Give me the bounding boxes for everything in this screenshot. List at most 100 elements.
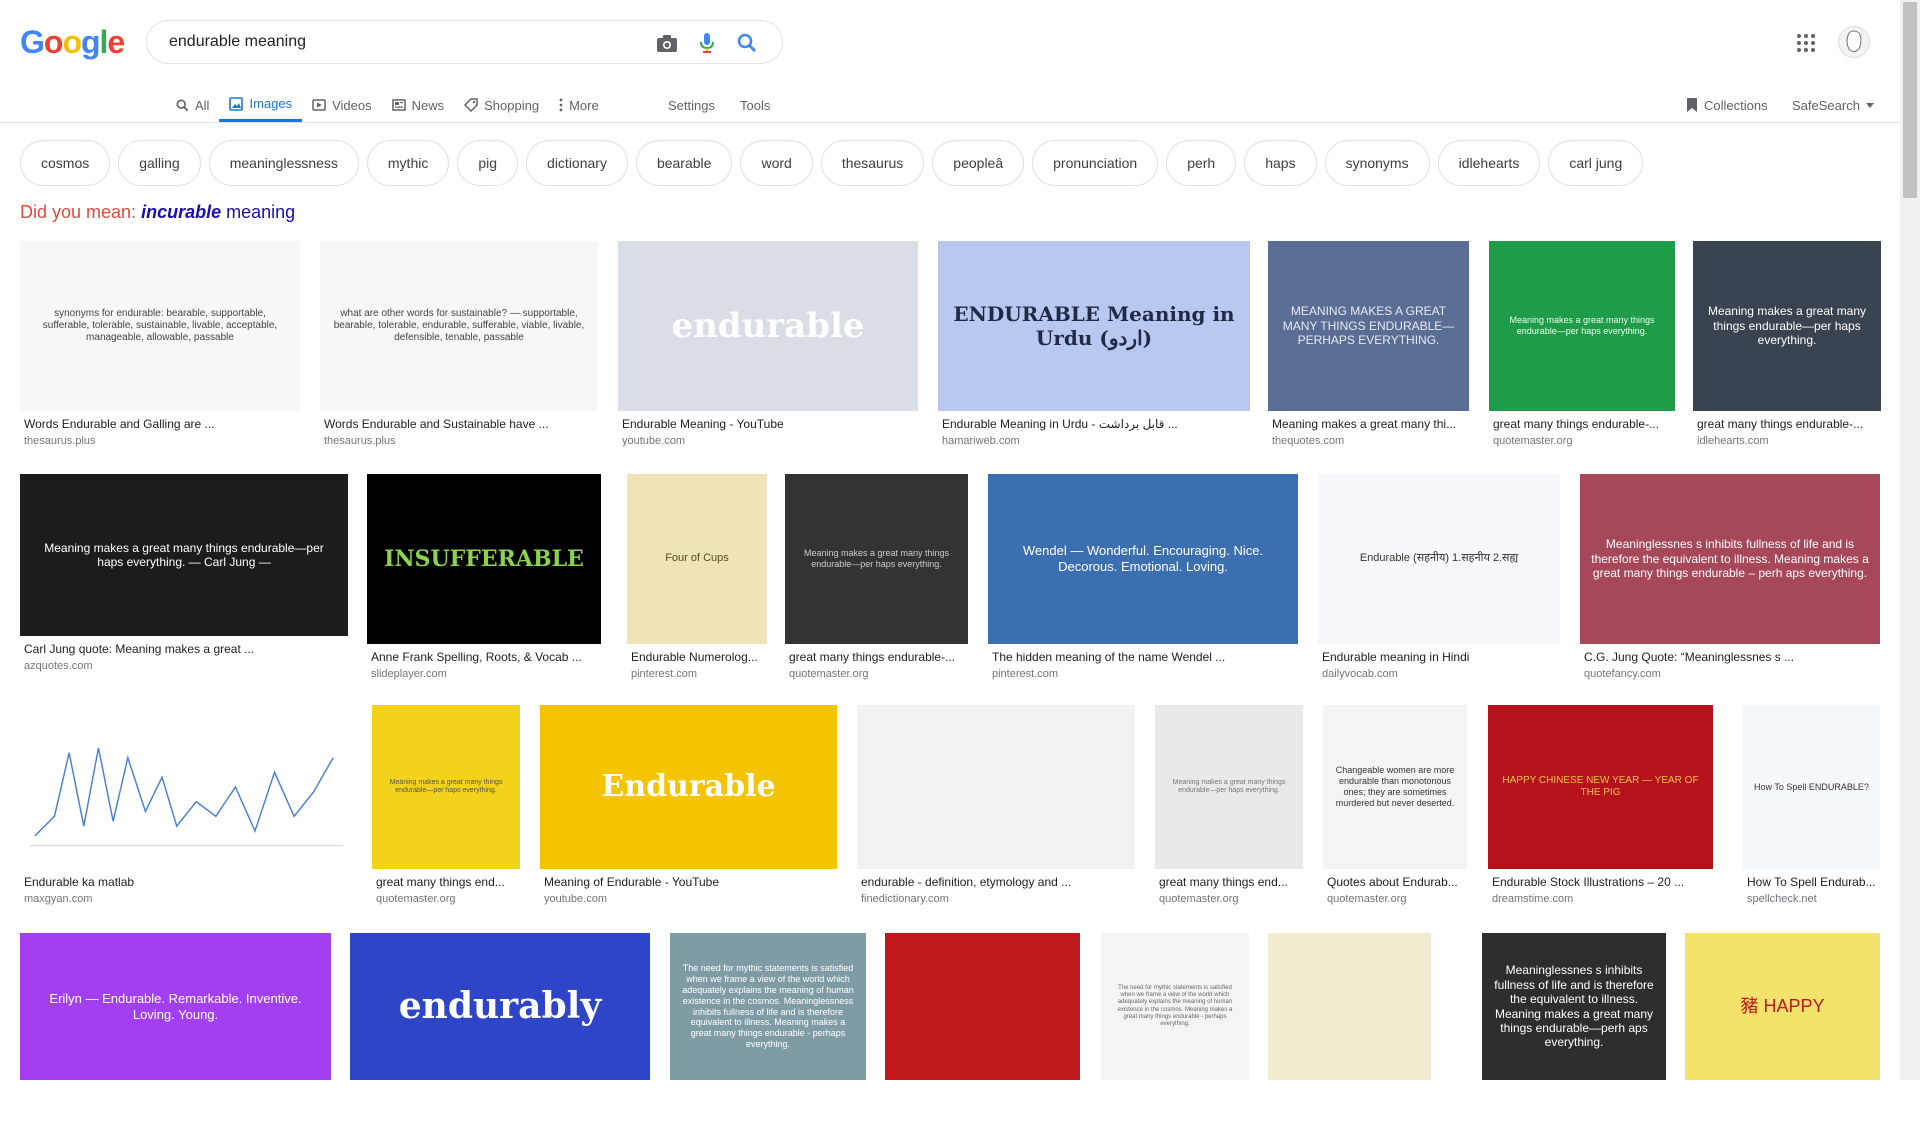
image-result[interactable]: Endurable Meaning of Endurable - YouTube y… bbox=[540, 705, 837, 915]
chip[interactable]: perh bbox=[1166, 140, 1237, 186]
apps-grid-icon[interactable] bbox=[1796, 33, 1816, 53]
result-thumbnail[interactable]: Meaning makes a great many things endura… bbox=[1693, 241, 1881, 411]
result-thumbnail[interactable]: 豬 HAPPY bbox=[1685, 933, 1880, 1080]
result-thumbnail[interactable]: How To Spell ENDURABLE? bbox=[1743, 705, 1880, 869]
result-thumbnail[interactable]: endurable bbox=[618, 241, 918, 411]
image-result[interactable] bbox=[1268, 933, 1431, 1126]
result-thumbnail[interactable]: endurably bbox=[350, 933, 650, 1080]
result-source[interactable]: dreamstime.com bbox=[1492, 893, 1709, 905]
result-caption[interactable]: The hidden meaning of the name Wendel ..… bbox=[992, 650, 1294, 664]
result-source[interactable]: youtube.com bbox=[544, 893, 833, 905]
result-caption[interactable]: Endurable Numerolog... bbox=[631, 650, 763, 664]
image-result[interactable]: 豬 HAPPY bbox=[1685, 933, 1880, 1126]
result-thumbnail[interactable]: Meaning makes a great many things endura… bbox=[372, 705, 520, 869]
suggestion-link[interactable]: incurable meaning bbox=[141, 202, 295, 222]
image-result[interactable]: Meaning makes a great many things endura… bbox=[20, 474, 348, 682]
image-result[interactable]: MEANING MAKES A GREAT MANY THINGS ENDURA… bbox=[1268, 241, 1469, 457]
result-thumbnail[interactable] bbox=[857, 705, 1135, 869]
result-source[interactable]: pinterest.com bbox=[992, 668, 1294, 680]
chip[interactable]: word bbox=[740, 140, 813, 186]
image-result[interactable]: The need for mythic statements is satisf… bbox=[670, 933, 866, 1126]
image-result[interactable]: Meaning makes a great many things endura… bbox=[785, 474, 968, 690]
collections-link[interactable]: Collections bbox=[1686, 88, 1768, 122]
result-source[interactable]: thesaurus.plus bbox=[324, 435, 594, 447]
image-result[interactable]: Changeable women are more endurable than… bbox=[1323, 705, 1467, 915]
search-icon[interactable] bbox=[735, 31, 759, 55]
scrollbar-thumb[interactable] bbox=[1903, 2, 1917, 198]
result-caption[interactable]: Words Endurable and Sustainable have ... bbox=[324, 417, 594, 431]
avatar[interactable] bbox=[1838, 26, 1870, 58]
result-caption[interactable]: Meaning of Endurable - YouTube bbox=[544, 875, 833, 889]
chip[interactable]: haps bbox=[1244, 140, 1317, 186]
result-source[interactable]: azquotes.com bbox=[24, 660, 344, 672]
result-caption[interactable]: great many things endurable-... bbox=[1697, 417, 1877, 431]
result-thumbnail[interactable]: The need for mythic statements is satisf… bbox=[670, 933, 866, 1080]
chip[interactable]: galling bbox=[118, 140, 201, 186]
search-box[interactable] bbox=[146, 20, 783, 64]
result-source[interactable]: idlehearts.com bbox=[1697, 435, 1877, 447]
chip[interactable]: pronunciation bbox=[1032, 140, 1159, 186]
image-result[interactable]: How To Spell ENDURABLE? How To Spell Endu… bbox=[1743, 705, 1880, 915]
result-source[interactable]: quotemaster.org bbox=[1493, 435, 1671, 447]
result-source[interactable]: quotemaster.org bbox=[1327, 893, 1463, 905]
microphone-icon[interactable] bbox=[695, 31, 719, 55]
tools-link[interactable]: Tools bbox=[740, 88, 770, 122]
result-caption[interactable]: Endurable Meaning - YouTube bbox=[622, 417, 914, 431]
result-thumbnail[interactable]: HAPPY CHINESE NEW YEAR — YEAR OF THE PIG bbox=[1488, 705, 1713, 869]
result-source[interactable]: maxgyan.com bbox=[24, 893, 349, 905]
result-thumbnail[interactable]: MEANING MAKES A GREAT MANY THINGS ENDURA… bbox=[1268, 241, 1469, 411]
tab-news[interactable]: News bbox=[382, 88, 455, 122]
result-source[interactable]: pinterest.com bbox=[631, 668, 763, 680]
image-result[interactable]: Meaning makes a great many things endura… bbox=[1489, 241, 1675, 457]
result-thumbnail[interactable]: Meaning makes a great many things endura… bbox=[1155, 705, 1303, 869]
image-result[interactable] bbox=[885, 933, 1080, 1126]
result-source[interactable]: quotefancy.com bbox=[1584, 668, 1876, 680]
tab-videos[interactable]: Videos bbox=[302, 88, 382, 122]
result-thumbnail[interactable] bbox=[20, 705, 353, 869]
chip[interactable]: mythic bbox=[366, 140, 450, 186]
result-source[interactable]: slideplayer.com bbox=[371, 668, 597, 680]
result-caption[interactable]: Meaning makes a great many thi... bbox=[1272, 417, 1465, 431]
tab-images[interactable]: Images bbox=[219, 88, 303, 122]
result-caption[interactable]: C.G. Jung Quote: “Meaninglessnes s ... bbox=[1584, 650, 1876, 664]
result-caption[interactable]: endurable - definition, etymology and ..… bbox=[861, 875, 1131, 889]
result-source[interactable]: spellcheck.net bbox=[1747, 893, 1876, 905]
result-caption[interactable]: How To Spell Endurab... bbox=[1747, 875, 1876, 889]
image-result[interactable]: Wendel — Wonderful. Encouraging. Nice. D… bbox=[988, 474, 1298, 690]
image-result[interactable]: Erilyn — Endurable. Remarkable. Inventiv… bbox=[20, 933, 331, 1126]
result-caption[interactable]: great many things endurable-... bbox=[789, 650, 964, 664]
result-caption[interactable]: Endurable meaning in Hindi bbox=[1322, 650, 1556, 664]
google-logo[interactable]: Google bbox=[20, 24, 125, 61]
result-caption[interactable]: Endurable Meaning in Urdu - قابل برداشت … bbox=[942, 417, 1246, 431]
chip[interactable]: cosmos bbox=[20, 140, 111, 186]
result-caption[interactable]: Words Endurable and Galling are ... bbox=[24, 417, 296, 431]
result-caption[interactable]: Endurable ka matlab bbox=[24, 875, 349, 889]
result-source[interactable]: quotemaster.org bbox=[376, 893, 516, 905]
result-source[interactable]: finedictionary.com bbox=[861, 893, 1131, 905]
result-thumbnail[interactable]: ENDURABLE Meaning in Urdu (اردو) bbox=[938, 241, 1250, 411]
result-thumbnail[interactable]: Endurable (सहनीय) 1.सहनीय 2.सह्य bbox=[1318, 474, 1560, 644]
result-thumbnail[interactable]: Four of Cups bbox=[627, 474, 767, 644]
chip[interactable]: dictionary bbox=[526, 140, 628, 186]
image-result[interactable]: INSUFFERABLE Anne Frank Spelling, Roots, … bbox=[367, 474, 601, 690]
result-thumbnail[interactable]: synonyms for endurable: bearable, suppor… bbox=[20, 241, 300, 411]
tab-all[interactable]: All bbox=[166, 88, 219, 122]
result-caption[interactable]: great many things endurable-... bbox=[1493, 417, 1671, 431]
result-source[interactable]: thequotes.com bbox=[1272, 435, 1465, 447]
image-result[interactable]: Meaning makes a great many things endura… bbox=[1155, 705, 1303, 915]
settings-link[interactable]: Settings bbox=[668, 88, 715, 122]
tab-shopping[interactable]: Shopping bbox=[454, 88, 549, 122]
search-input[interactable] bbox=[167, 32, 651, 52]
image-result[interactable]: Meaning makes a great many things endura… bbox=[1693, 241, 1881, 457]
camera-icon[interactable] bbox=[655, 31, 679, 55]
image-result[interactable]: Endurable ka matlab maxgyan.com bbox=[20, 705, 353, 915]
image-result[interactable]: ENDURABLE Meaning in Urdu (اردو) Endurabl… bbox=[938, 241, 1250, 457]
image-result[interactable]: endurable - definition, etymology and ..… bbox=[857, 705, 1135, 915]
result-thumbnail[interactable]: The need for mythic statements is satisf… bbox=[1101, 933, 1249, 1080]
safesearch-menu[interactable]: SafeSearch bbox=[1792, 88, 1874, 122]
result-thumbnail[interactable]: Endurable bbox=[540, 705, 837, 869]
result-thumbnail[interactable]: Meaning makes a great many things endura… bbox=[1489, 241, 1675, 411]
result-thumbnail[interactable]: what are other words for sustainable? — … bbox=[320, 241, 598, 411]
image-result[interactable]: Meaninglessnes s inhibits fullness of li… bbox=[1580, 474, 1880, 690]
chip[interactable]: meaninglessness bbox=[208, 140, 359, 186]
